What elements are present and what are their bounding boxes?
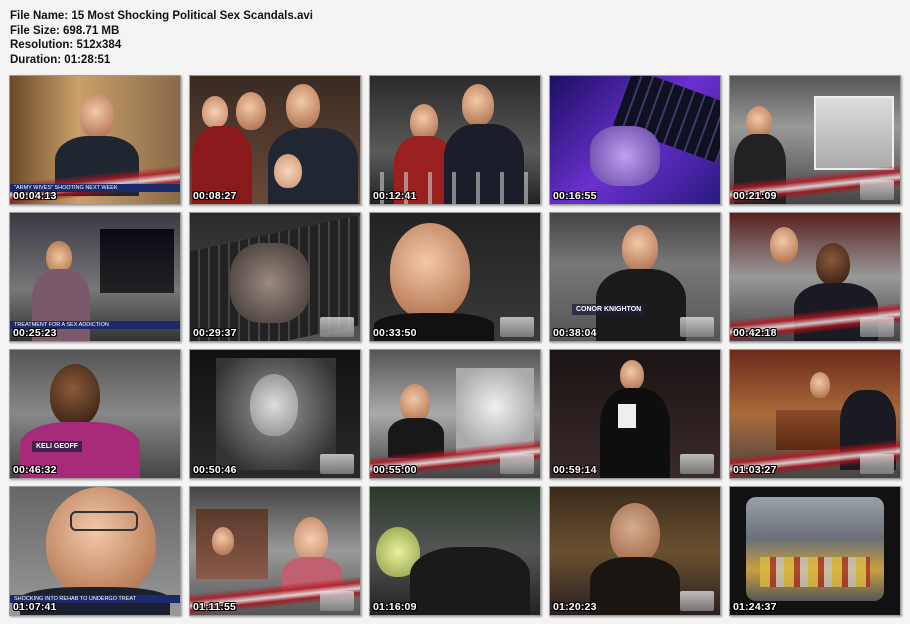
timestamp: 00:46:32 (13, 464, 57, 476)
timestamp: 00:12:41 (373, 190, 417, 202)
show-logo (500, 454, 534, 474)
thumbnail[interactable]: 00:12:41 (369, 75, 541, 205)
show-logo (680, 591, 714, 611)
timestamp: 00:21:09 (733, 190, 777, 202)
show-logo (860, 180, 894, 200)
thumbnail[interactable]: 00:33:50 (369, 212, 541, 342)
show-logo (500, 317, 534, 337)
thumbnail[interactable]: 00:50:46 (189, 349, 361, 479)
show-logo (680, 454, 714, 474)
timestamp: 01:11:55 (193, 601, 237, 613)
duration: Duration: 01:28:51 (10, 53, 111, 66)
name-caption: CONOR KNIGHTON (572, 304, 646, 315)
timestamp: 00:50:46 (193, 464, 237, 476)
timestamp: 01:03:27 (733, 464, 777, 476)
file-size: File Size: 698.71 MB (10, 24, 120, 37)
thumbnail[interactable]: SHOCKING INTO REHAB TO UNDERGO TREAT 01:… (9, 486, 181, 616)
thumbnail[interactable]: 00:08:27 (189, 75, 361, 205)
timestamp: 00:59:14 (553, 464, 597, 476)
timestamp: 00:08:27 (193, 190, 237, 202)
timestamp: 00:42:18 (733, 327, 777, 339)
timestamp: 00:25:23 (13, 327, 57, 339)
timestamp: 01:16:09 (373, 601, 417, 613)
thumbnail[interactable]: 00:59:14 (549, 349, 721, 479)
thumbnail[interactable]: 00:55:00 (369, 349, 541, 479)
resolution: Resolution: 512x384 (10, 39, 122, 51)
file-info-header: File Name: 15 Most Shocking Political Se… (10, 9, 313, 67)
show-logo (860, 454, 894, 474)
thumbnail[interactable]: 00:29:37 (189, 212, 361, 342)
timestamp: 01:20:23 (553, 601, 597, 613)
timestamp: 00:29:37 (193, 327, 237, 339)
thumbnail[interactable]: 01:03:27 (729, 349, 901, 479)
file-name: File Name: 15 Most Shocking Political Se… (10, 10, 313, 22)
thumbnail[interactable]: 01:11:55 (189, 486, 361, 616)
thumbnail[interactable]: 01:24:37 (729, 486, 901, 616)
thumbnail[interactable]: 00:16:55 (549, 75, 721, 205)
timestamp: 01:24:37 (733, 601, 777, 613)
thumbnail-grid: "ARMY WIVES" SHOOTING NEXT WEEK 00:04:13… (9, 75, 901, 616)
name-caption: KELI GEOFF (32, 441, 82, 452)
thumbnail[interactable]: KELI GEOFF 00:46:32 (9, 349, 181, 479)
show-logo (320, 454, 354, 474)
show-logo (680, 317, 714, 337)
thumbnail[interactable]: 00:21:09 (729, 75, 901, 205)
show-logo (320, 317, 354, 337)
thumbnail[interactable]: TREATMENT FOR A SEX ADDICTION 00:25:23 (9, 212, 181, 342)
thumbnail[interactable]: 01:20:23 (549, 486, 721, 616)
timestamp: 01:07:41 (13, 601, 57, 613)
timestamp: 00:38:04 (553, 327, 597, 339)
thumbnail[interactable]: 00:42:18 (729, 212, 901, 342)
show-logo (860, 317, 894, 337)
show-logo (320, 591, 354, 611)
thumbnail[interactable]: "ARMY WIVES" SHOOTING NEXT WEEK 00:04:13 (9, 75, 181, 205)
thumbnail[interactable]: 01:16:09 (369, 486, 541, 616)
timestamp: 00:04:13 (13, 190, 57, 202)
thumbnail[interactable]: CONOR KNIGHTON 00:38:04 (549, 212, 721, 342)
timestamp: 00:55:00 (373, 464, 417, 476)
timestamp: 00:33:50 (373, 327, 417, 339)
timestamp: 00:16:55 (553, 190, 597, 202)
